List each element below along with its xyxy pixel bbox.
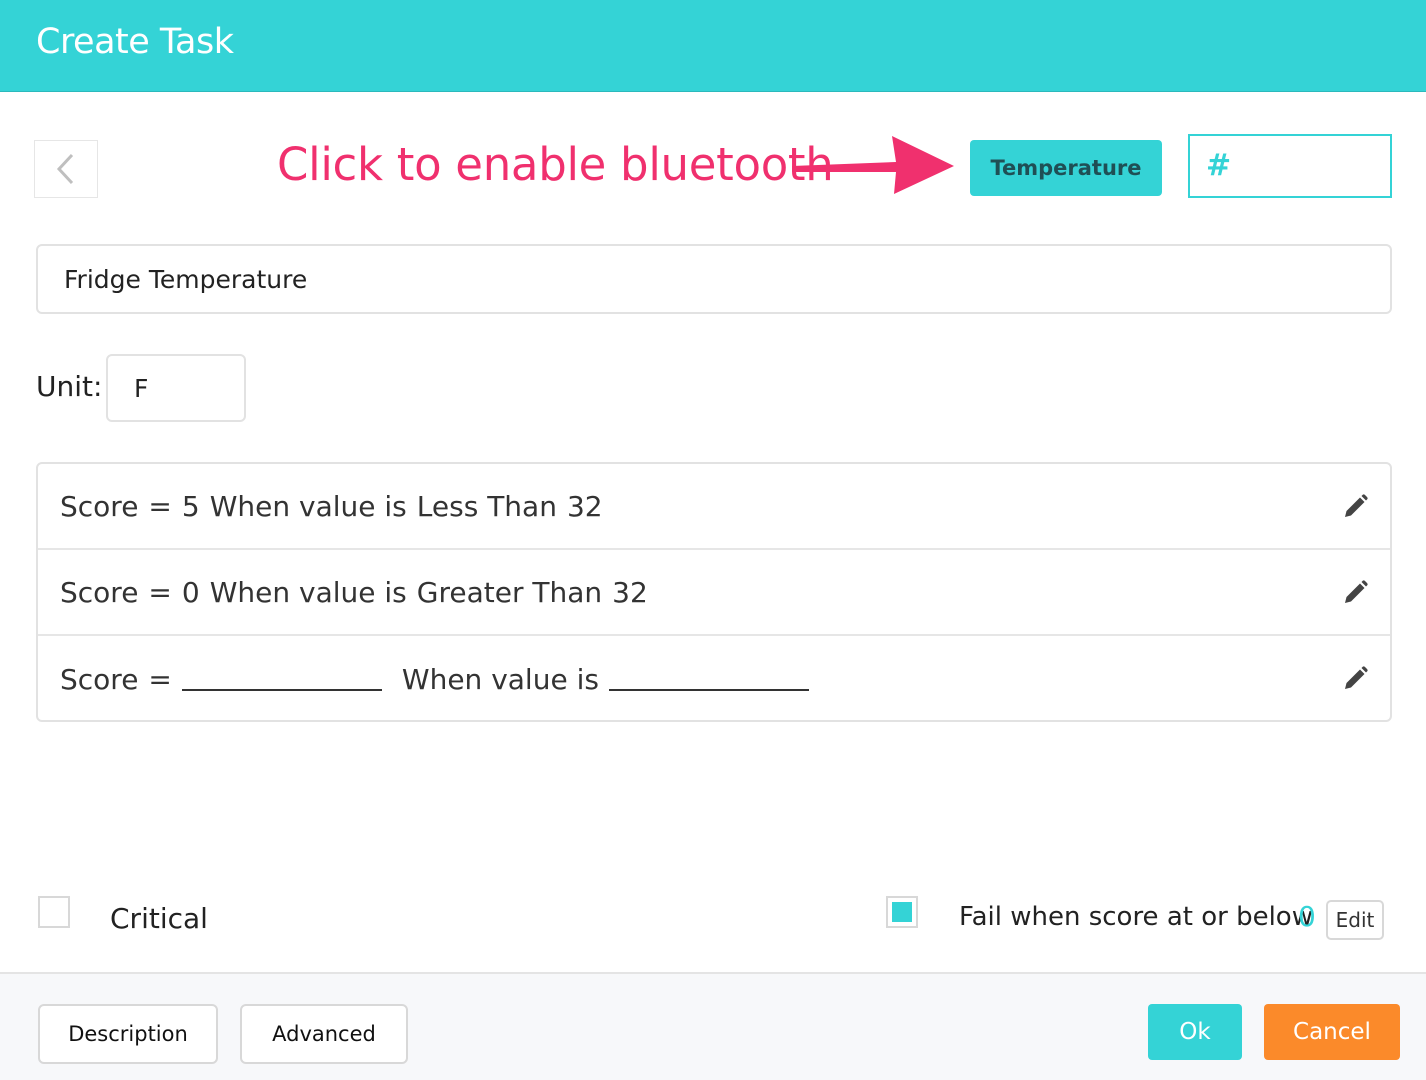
- score-rules-list: Score = 5 When value is Less Than 32 Sco…: [36, 462, 1392, 722]
- score-blank-field[interactable]: [181, 667, 382, 691]
- score-value: 5: [181, 489, 200, 523]
- footer-bar: Description Advanced Ok Cancel: [0, 972, 1426, 1080]
- header-bar: Create Task: [0, 0, 1426, 92]
- equals-sign: =: [148, 489, 172, 523]
- critical-label: Critical: [110, 902, 208, 935]
- score-rule-row[interactable]: Score = 0 When value is Greater Than 32: [38, 550, 1390, 636]
- condition-value: Less Than: [416, 489, 557, 523]
- score-label: Score: [60, 662, 139, 696]
- equals-sign: =: [148, 575, 172, 609]
- fail-threshold-value: 0: [1298, 900, 1316, 933]
- bluetooth-annotation: Click to enable bluetooth: [277, 138, 834, 191]
- fail-threshold-checkbox[interactable]: [886, 896, 918, 928]
- task-name-input[interactable]: [36, 244, 1392, 314]
- fail-threshold-label: Fail when score at or below: [959, 902, 1313, 932]
- score-value: 0: [181, 575, 200, 609]
- ok-button[interactable]: Ok: [1148, 1004, 1242, 1060]
- pencil-icon[interactable]: [1342, 666, 1368, 692]
- score-label: Score: [60, 575, 139, 609]
- number-field[interactable]: #: [1188, 134, 1392, 198]
- score-label: Score: [60, 489, 139, 523]
- critical-checkbox[interactable]: [38, 896, 70, 928]
- back-button[interactable]: [34, 140, 98, 198]
- edit-threshold-button[interactable]: Edit: [1326, 900, 1384, 940]
- pencil-icon[interactable]: [1342, 494, 1368, 520]
- page-title: Create Task: [36, 22, 234, 62]
- chevron-left-icon: [56, 153, 74, 185]
- cancel-button[interactable]: Cancel: [1264, 1004, 1400, 1060]
- threshold-value: 32: [612, 575, 648, 609]
- new-score-rule-row[interactable]: Score = When value is: [38, 636, 1390, 720]
- threshold-value: 32: [566, 489, 603, 523]
- temperature-type-button[interactable]: Temperature: [970, 140, 1162, 196]
- condition-value: Greater Than: [416, 575, 603, 609]
- description-button[interactable]: Description: [38, 1004, 218, 1064]
- unit-label: Unit:: [36, 370, 103, 403]
- when-label: When value is: [209, 489, 407, 523]
- pencil-icon[interactable]: [1342, 580, 1368, 606]
- advanced-button[interactable]: Advanced: [240, 1004, 408, 1064]
- equals-sign: =: [148, 662, 172, 696]
- when-label: When value is: [401, 662, 599, 696]
- unit-input[interactable]: [106, 354, 246, 422]
- annotation-arrow-icon: [792, 136, 954, 194]
- value-blank-field[interactable]: [608, 667, 809, 691]
- score-rule-row[interactable]: Score = 5 When value is Less Than 32: [38, 464, 1390, 550]
- when-label: When value is: [209, 575, 407, 609]
- hash-icon: #: [1206, 148, 1232, 183]
